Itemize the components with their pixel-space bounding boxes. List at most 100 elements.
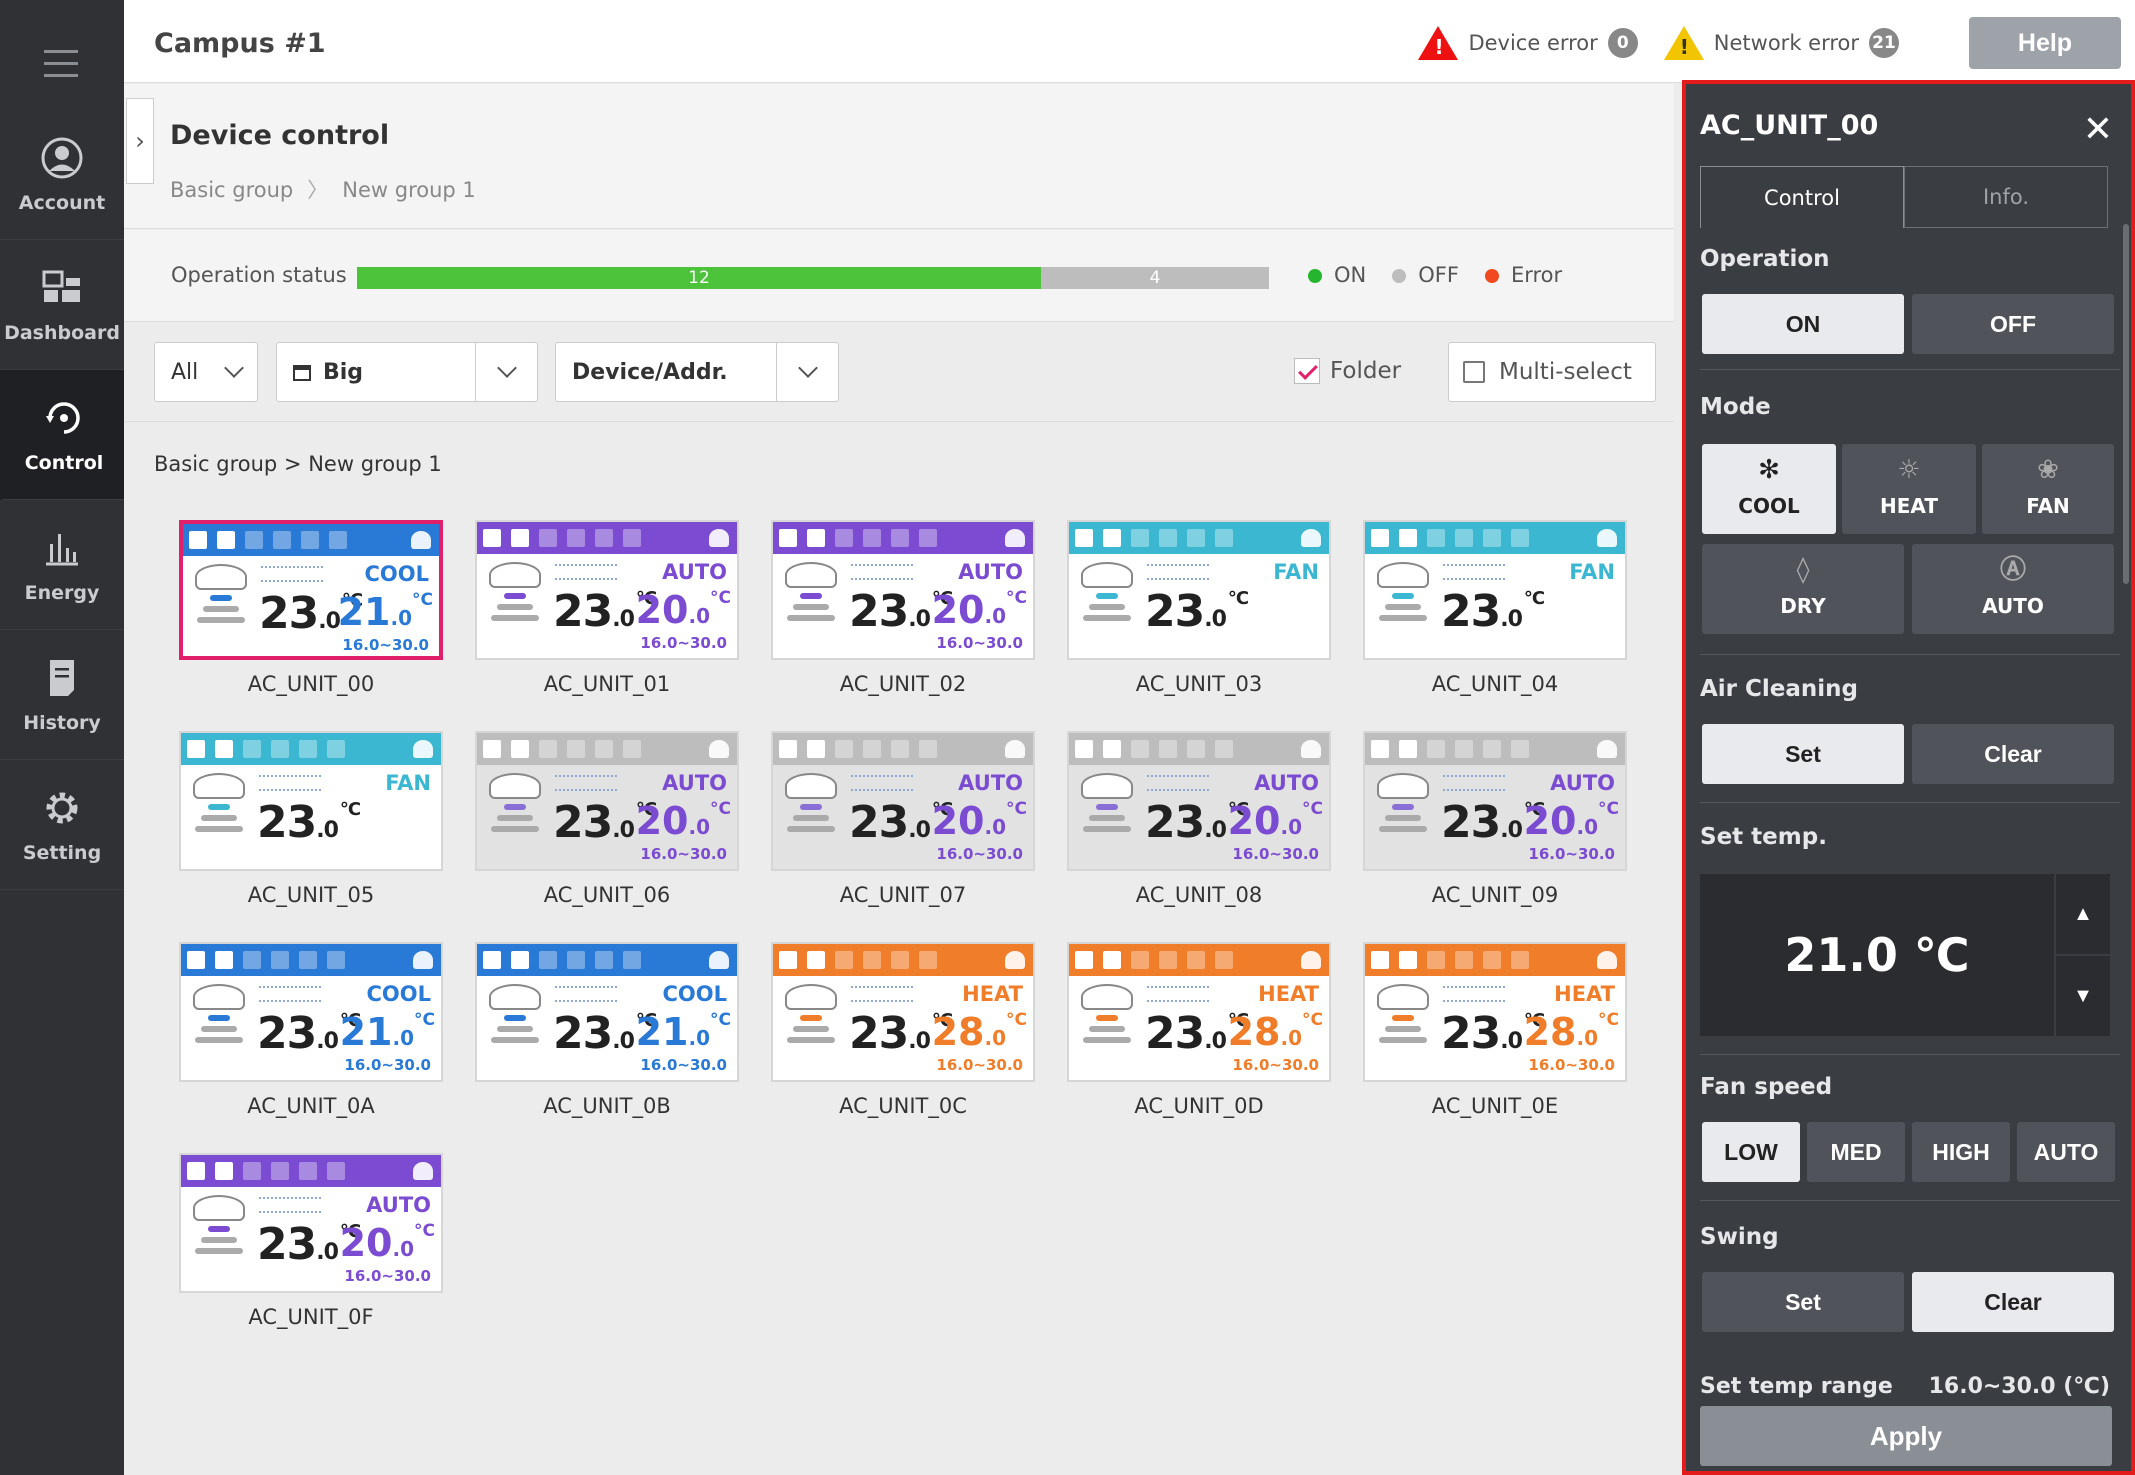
breadcrumb-root[interactable]: Basic group — [170, 178, 293, 202]
group-filter-dropdown[interactable]: All — [154, 342, 258, 402]
nav-item-setting[interactable]: Setting — [0, 760, 124, 890]
set-temp: 20.0°C — [339, 1221, 435, 1265]
swing-set-button[interactable]: Set — [1702, 1272, 1904, 1332]
multi-select-button[interactable]: Multi-select — [1448, 342, 1656, 402]
apply-button[interactable]: Apply — [1700, 1406, 2112, 1466]
menu-icon[interactable] — [44, 50, 78, 80]
close-icon[interactable]: ✕ — [2083, 108, 2113, 150]
nav-item-history[interactable]: History — [0, 630, 124, 760]
bell-icon — [1301, 951, 1321, 969]
temp-range: 16.0~30.0 — [936, 845, 1023, 863]
calendar-icon — [807, 951, 825, 969]
unit-name: AC_UNIT_04 — [1431, 672, 1559, 696]
mode-cool-label: COOL — [1738, 494, 1800, 518]
nav-label: Dashboard — [4, 322, 120, 344]
tab-control[interactable]: Control — [1700, 166, 1904, 228]
unit-card[interactable]: 23.0°C AUTO 20.0°C 16.0~30.0 — [475, 520, 739, 660]
calendar-icon — [215, 951, 233, 969]
folder-checkbox[interactable] — [1294, 358, 1320, 384]
network-error-count: 21 — [1869, 28, 1899, 58]
home-icon — [539, 529, 557, 547]
mode-auto-button[interactable]: Ⓐ AUTO — [1912, 544, 2114, 634]
network-error-label[interactable]: Network error — [1714, 31, 1859, 55]
mode-dry-button[interactable]: ◊ DRY — [1702, 544, 1904, 634]
temp-down-button[interactable]: ▼ — [2056, 956, 2110, 1036]
chevron-down-icon — [211, 343, 257, 401]
operation-on-button[interactable]: ON — [1702, 294, 1904, 354]
legend-on-label: ON — [1334, 263, 1367, 287]
panel-scrollbar[interactable] — [2123, 224, 2129, 584]
panel-tabs: Control Info. — [1700, 166, 2108, 228]
pot-icon — [329, 531, 347, 549]
mode-fan-button[interactable]: ❀ FAN — [1982, 444, 2114, 534]
unit-card[interactable]: 23.0°C AUTO 20.0°C 16.0~30.0 — [771, 731, 1035, 871]
signal-icon — [1159, 529, 1177, 547]
sun-icon: ☼ — [1897, 455, 1921, 485]
help-button[interactable]: Help — [1969, 17, 2121, 69]
mode-cool-button[interactable]: ✻ COOL — [1702, 444, 1836, 534]
mode-label: AUTO — [366, 1193, 431, 1217]
airflow-icon — [1443, 986, 1505, 1002]
operation-off-button[interactable]: OFF — [1912, 294, 2114, 354]
mode-heat-button[interactable]: ☼ HEAT — [1842, 444, 1976, 534]
card-status-strip — [183, 524, 439, 556]
mode-label: AUTO — [662, 771, 727, 795]
home-icon — [1427, 529, 1445, 547]
unit-card[interactable]: 23.0°C FAN — [1363, 520, 1627, 660]
tab-info[interactable]: Info. — [1904, 166, 2108, 228]
unit-card[interactable]: 23.0°C AUTO 20.0°C 16.0~30.0 — [475, 731, 739, 871]
fan-speed-low-button[interactable]: LOW — [1702, 1122, 1800, 1182]
cassette-unit-icon — [1377, 562, 1429, 636]
fan-speed-high-button[interactable]: HIGH — [1912, 1122, 2010, 1182]
nav-item-dashboard[interactable]: Dashboard — [0, 240, 124, 370]
size-dropdown[interactable]: Big — [276, 342, 538, 402]
calendar-icon — [1103, 951, 1121, 969]
air-cleaning-set-button[interactable]: Set — [1702, 724, 1904, 784]
expand-tree-button[interactable]: › — [126, 98, 154, 184]
set-temp-value: 21.0 ℃ — [1700, 874, 2054, 1036]
unit-card[interactable]: 23.0°C COOL 21.0°C 16.0~30.0 — [179, 942, 443, 1082]
temp-up-button[interactable]: ▲ — [2056, 874, 2110, 954]
fan-speed-auto-button[interactable]: AUTO — [2017, 1122, 2115, 1182]
divider — [1700, 1200, 2120, 1201]
mode-label: AUTO — [1550, 771, 1615, 795]
air-cleaning-clear-button[interactable]: Clear — [1912, 724, 2114, 784]
breadcrumb-leaf[interactable]: New group 1 — [342, 178, 476, 202]
temp-range: 16.0~30.0 — [1528, 845, 1615, 863]
nav-item-account[interactable]: Account — [0, 110, 124, 240]
unit-card[interactable]: 23.0°C AUTO 20.0°C 16.0~30.0 — [771, 520, 1035, 660]
signal-icon — [271, 1162, 289, 1180]
unit-card[interactable]: 23.0°C FAN — [1067, 520, 1331, 660]
unit-card[interactable]: 23.0°C HEAT 28.0°C 16.0~30.0 — [771, 942, 1035, 1082]
mode-dry-label: DRY — [1780, 594, 1826, 618]
unit-name: AC_UNIT_03 — [1135, 672, 1263, 696]
airflow-icon — [259, 986, 321, 1002]
card-status-strip — [1069, 944, 1329, 976]
nav-item-energy[interactable]: Energy — [0, 500, 124, 630]
unit-card[interactable]: 23.0°C HEAT 28.0°C 16.0~30.0 — [1363, 942, 1627, 1082]
dashboard-icon — [42, 270, 80, 302]
unit-card[interactable]: 23.0°C COOL 21.0°C 16.0~30.0 — [179, 520, 443, 660]
card-body: 23.0°C AUTO 20.0°C 16.0~30.0 — [773, 765, 1033, 869]
unit-card[interactable]: 23.0°C FAN — [179, 731, 443, 871]
grid-icon — [891, 529, 909, 547]
sort-dropdown[interactable]: Device/Addr. — [555, 342, 839, 402]
nav-item-control[interactable]: Control — [0, 370, 124, 500]
mode-section-label: Mode — [1700, 394, 1771, 420]
signal-icon — [567, 740, 585, 758]
unit-card[interactable]: 23.0°C AUTO 20.0°C 16.0~30.0 — [179, 1153, 443, 1293]
folder-toggle[interactable]: Folder — [1294, 358, 1401, 384]
unit-card[interactable]: 23.0°C COOL 21.0°C 16.0~30.0 — [475, 942, 739, 1082]
unit-card[interactable]: 23.0°C AUTO 20.0°C 16.0~30.0 — [1067, 731, 1331, 871]
network-error-icon: ! — [1663, 26, 1704, 60]
unit-card[interactable]: 23.0°C AUTO 20.0°C 16.0~30.0 — [1363, 731, 1627, 871]
home-icon — [835, 740, 853, 758]
signal-icon — [1455, 740, 1473, 758]
unit-card[interactable]: 23.0°C HEAT 28.0°C 16.0~30.0 — [1067, 942, 1331, 1082]
fan-speed-med-button[interactable]: MED — [1807, 1122, 1905, 1182]
card-status-strip — [181, 1155, 441, 1187]
lock-icon — [1371, 951, 1389, 969]
device-error-label[interactable]: Device error — [1468, 31, 1597, 55]
swing-clear-button[interactable]: Clear — [1912, 1272, 2114, 1332]
calendar-icon — [1399, 529, 1417, 547]
